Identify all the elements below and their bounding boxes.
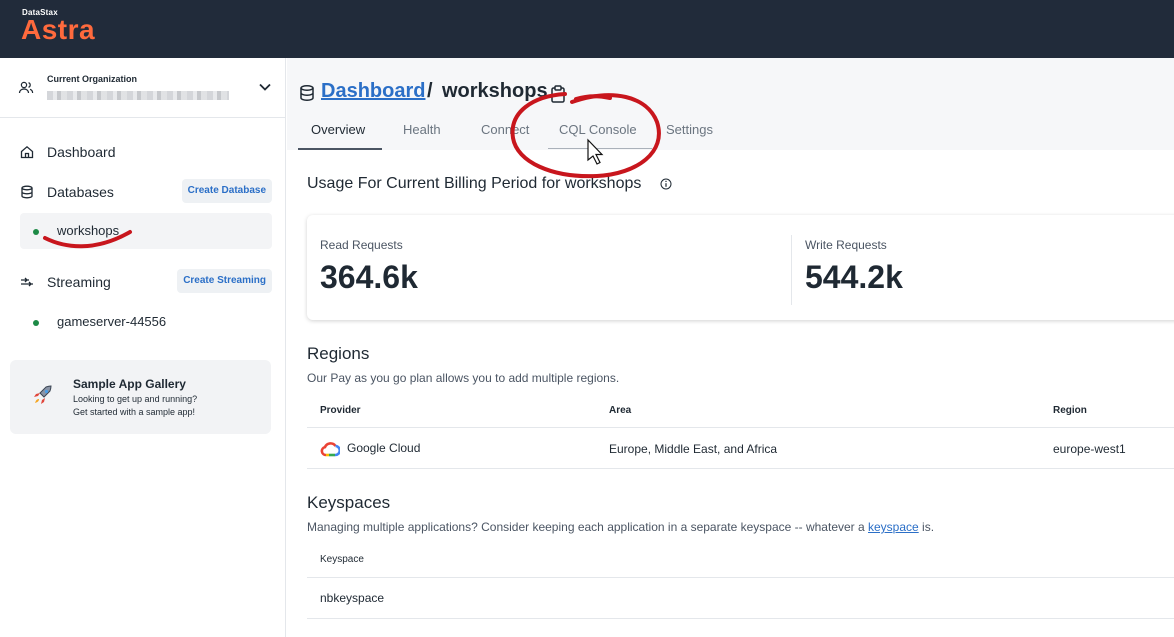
info-icon[interactable] — [660, 178, 672, 190]
keyspaces-title: Keyspaces — [307, 493, 391, 512]
page-header: Dashboard / workshops Overview Health Co… — [287, 58, 1174, 150]
gallery-text: Get started with a sample app! — [73, 407, 196, 417]
active-tab-indicator — [298, 148, 382, 150]
sidebar-item-dashboard[interactable]: Dashboard — [0, 136, 286, 168]
database-icon — [300, 85, 314, 101]
clipboard-icon[interactable] — [550, 85, 566, 103]
home-icon — [20, 145, 34, 159]
brand-logo[interactable]: Astra — [21, 14, 95, 46]
tab-connect[interactable]: Connect — [481, 122, 529, 150]
sidebar-item-gameserver[interactable]: gameserver-44556 — [20, 304, 272, 340]
create-database-button[interactable]: Create Database — [181, 179, 272, 203]
tab-cql-console[interactable]: CQL Console — [559, 122, 637, 150]
usage-section-title: Usage For Current Billing Period for wor… — [307, 175, 642, 192]
column-header-area: Area — [609, 405, 632, 416]
create-streaming-button[interactable]: Create Streaming — [177, 269, 272, 293]
sidebar-item-databases[interactable]: Databases Create Database — [0, 176, 286, 208]
sidebar-item-workshops[interactable]: workshops — [20, 213, 272, 249]
tab-overview[interactable]: Overview — [311, 122, 365, 150]
keyspaces-desc-text: Managing multiple applications? Consider… — [307, 520, 868, 534]
sidebar-item-label: Streaming — [47, 274, 111, 290]
column-header-keyspace: Keyspace — [320, 554, 364, 565]
table-divider — [307, 468, 1174, 469]
top-bar: DataStax Astra — [0, 0, 1174, 58]
main-content: Dashboard / workshops Overview Health Co… — [287, 58, 1174, 637]
read-requests-label: Read Requests — [320, 238, 403, 252]
streaming-icon — [21, 277, 33, 287]
read-requests-value: 364.6k — [320, 259, 418, 295]
gallery-text: Looking to get up and running? — [73, 394, 198, 404]
table-divider — [307, 577, 1174, 578]
keyspace-docs-link[interactable]: keyspace — [868, 520, 919, 534]
keyspaces-desc-text: is. — [918, 520, 935, 534]
breadcrumb-dashboard-link[interactable]: Dashboard — [321, 80, 425, 103]
sidebar-item-label: Dashboard — [47, 144, 116, 160]
sample-app-gallery-card[interactable]: Sample App Gallery Looking to get up and… — [10, 360, 271, 434]
sidebar-item-label: gameserver-44556 — [57, 314, 167, 329]
hover-tab-indicator — [548, 148, 652, 149]
tab-health[interactable]: Health — [403, 122, 441, 150]
org-name-redacted — [47, 91, 229, 100]
chevron-down-icon[interactable] — [258, 80, 272, 94]
provider-cell: Google Cloud — [347, 441, 421, 455]
column-header-region: Region — [1053, 405, 1087, 416]
regions-title: Regions — [307, 344, 370, 363]
org-switcher[interactable]: Current Organization — [0, 58, 286, 118]
page-title: workshops — [442, 80, 548, 102]
google-cloud-icon — [320, 442, 340, 457]
breadcrumb-separator: / — [427, 80, 433, 102]
keyspace-cell: nbkeyspace — [320, 591, 385, 605]
column-header-provider: Provider — [320, 405, 361, 416]
status-dot — [33, 229, 39, 235]
usage-card: Read Requests 364.6k Write Requests 544.… — [307, 215, 1174, 320]
org-label: Current Organization — [47, 74, 138, 84]
write-requests-label: Write Requests — [805, 238, 887, 252]
table-divider — [307, 427, 1174, 428]
gallery-title: Sample App Gallery — [73, 377, 186, 391]
sidebar-item-label: workshops — [57, 223, 120, 238]
area-cell: Europe, Middle East, and Africa — [609, 442, 778, 456]
region-cell: europe-west1 — [1053, 442, 1126, 456]
metric-divider — [791, 235, 792, 305]
database-icon — [21, 185, 33, 199]
regions-description: Our Pay as you go plan allows you to add… — [307, 371, 620, 385]
write-requests-value: 544.2k — [805, 259, 903, 295]
sidebar: Current Organization Dashboard Databases… — [0, 58, 286, 637]
sidebar-item-label: Databases — [47, 184, 114, 200]
sidebar-item-streaming[interactable]: Streaming Create Streaming — [0, 266, 286, 298]
status-dot — [33, 320, 39, 326]
tab-settings[interactable]: Settings — [666, 122, 713, 150]
table-divider — [307, 618, 1174, 619]
keyspaces-description: Managing multiple applications? Consider… — [307, 520, 934, 534]
rocket-icon — [34, 385, 52, 404]
users-icon — [18, 81, 34, 94]
